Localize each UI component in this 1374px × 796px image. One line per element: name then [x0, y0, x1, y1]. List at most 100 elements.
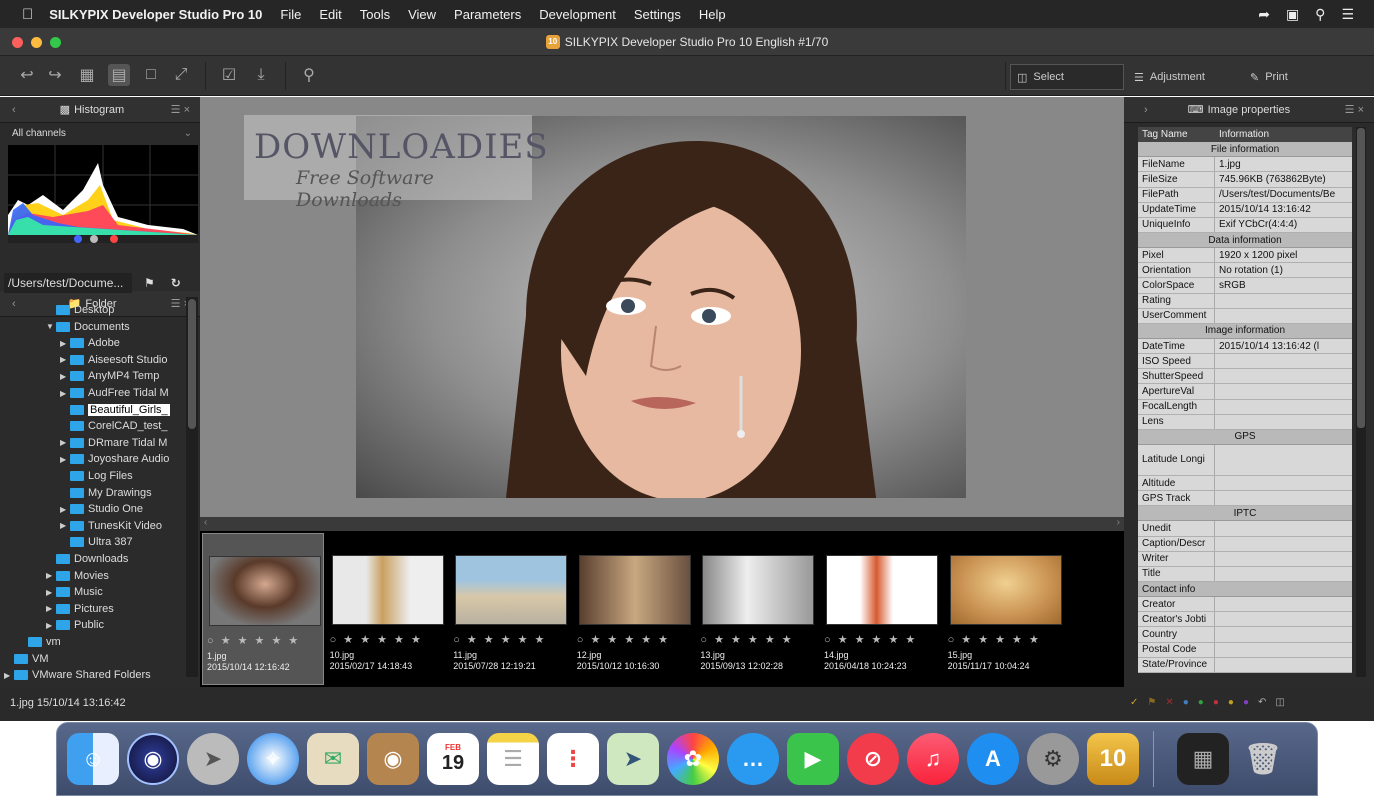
zoom-tool-icon[interactable]: ⚲ [298, 64, 320, 86]
checkbox-tool-icon[interactable]: ☑ [218, 64, 240, 86]
app-store-icon[interactable]: A [967, 733, 1019, 785]
folder-tree-item[interactable]: CorelCAD_test_ [60, 418, 167, 434]
expand-right-icon[interactable]: › [1144, 104, 1148, 116]
select-button[interactable]: ◫ Select [1010, 64, 1124, 90]
property-row[interactable]: FileName 1.jpg [1138, 157, 1352, 173]
rating-stars[interactable]: ○ ★ ★ ★ ★ ★ [207, 634, 300, 647]
silkypix-dock-icon[interactable]: 10 [1087, 733, 1139, 785]
property-row[interactable]: GPS Track [1138, 491, 1352, 507]
folder-tree-item[interactable]: ▶ Aiseesoft Studio [60, 352, 168, 368]
property-row[interactable]: ColorSpace sRGB [1138, 278, 1352, 294]
filmstrip-thumbnail[interactable]: ○ ★ ★ ★ ★ ★ 14.jpg 2016/04/18 10:24:23 [820, 533, 942, 685]
folder-tree-scroll-thumb[interactable] [188, 299, 196, 429]
property-row[interactable]: Country [1138, 627, 1352, 643]
folder-tree-item[interactable]: ▶ Public [46, 617, 104, 633]
panel-menu-icon[interactable]: ☰ × [171, 103, 190, 116]
grid-view-icon[interactable]: ▦ [76, 64, 98, 86]
mail-icon[interactable]: ✉ [307, 733, 359, 785]
folder-tree-item[interactable]: ▶ VMware Shared Folders [4, 667, 151, 683]
filmstrip-thumbnail[interactable]: ○ ★ ★ ★ ★ ★ 11.jpg 2015/07/28 12:19:21 [449, 533, 571, 685]
scroll-right-icon[interactable]: › [1117, 517, 1120, 528]
collapse-folder-icon[interactable]: ‹ [12, 298, 16, 310]
safari-icon[interactable]: ✧ [247, 733, 299, 785]
siri-icon[interactable]: ◉ [127, 733, 179, 785]
disclosure-triangle-icon[interactable]: ▶ [60, 455, 70, 464]
properties-section-header[interactable]: Contact info [1138, 581, 1352, 598]
folder-tree-item[interactable]: vm [18, 634, 61, 650]
disclosure-triangle-icon[interactable]: ▶ [60, 438, 70, 447]
property-row[interactable]: Orientation No rotation (1) [1138, 263, 1352, 279]
folder-tree-item[interactable]: ▼ Documents [46, 319, 130, 335]
properties-section-header[interactable]: Image information [1138, 323, 1352, 339]
folder-tree-item[interactable]: Log Files [60, 468, 133, 484]
minimize-window-button[interactable] [31, 37, 42, 48]
property-row[interactable]: DateTime 2015/10/14 13:16:42 (l [1138, 338, 1352, 355]
trash-icon[interactable]: 🗑 [1237, 733, 1289, 785]
property-row[interactable]: UniqueInfo Exif YCbCr(4:4:4) [1138, 217, 1352, 233]
menu-development[interactable]: Development [539, 7, 616, 22]
launchpad-icon[interactable]: ➤ [187, 733, 239, 785]
folder-tree-item[interactable]: ▶ Music [46, 584, 103, 600]
display-icon[interactable]: ▣ [1286, 6, 1299, 23]
messages-icon[interactable]: … [727, 733, 779, 785]
disclosure-triangle-icon[interactable]: ▶ [4, 671, 14, 680]
property-row[interactable]: Creator's Jobti [1138, 612, 1352, 628]
property-row[interactable]: UserComment [1138, 308, 1352, 324]
properties-section-header[interactable]: IPTC [1138, 506, 1352, 522]
folder-tree-item[interactable]: ▶ DRmare Tidal M [60, 435, 167, 451]
notes-icon[interactable]: ☰ [487, 733, 539, 785]
refresh-icon[interactable]: ↻ [171, 276, 181, 290]
filmstrip-thumbnail[interactable]: ○ ★ ★ ★ ★ ★ 15.jpg 2015/11/17 10:04:24 [944, 533, 1066, 685]
filmstrip-thumbnail[interactable]: ○ ★ ★ ★ ★ ★ 13.jpg 2015/09/13 12:02:28 [696, 533, 818, 685]
app-menu[interactable]: SILKYPIX Developer Studio Pro 10 [49, 7, 262, 22]
properties-scrollbar[interactable] [1356, 127, 1366, 677]
property-row[interactable]: Writer [1138, 551, 1352, 567]
forward-icon[interactable]: ↪ [44, 64, 66, 86]
properties-panel-menu-icon[interactable]: ☰ × [1345, 103, 1364, 116]
rating-stars[interactable]: ○ ★ ★ ★ ★ ★ [948, 633, 1041, 646]
folder-tree-item[interactable]: Beautiful_Girls_ [60, 402, 170, 418]
menu-file[interactable]: File [280, 7, 301, 22]
reminders-icon[interactable]: ⋮ [547, 733, 599, 785]
close-window-button[interactable] [12, 37, 23, 48]
property-row[interactable]: UpdateTime 2015/10/14 13:16:42 [1138, 202, 1352, 218]
filmstrip-thumbnail[interactable]: ○ ★ ★ ★ ★ ★ 10.jpg 2015/02/17 14:18:43 [326, 533, 448, 685]
maps-icon[interactable]: ➤ [607, 733, 659, 785]
menu-tools[interactable]: Tools [360, 7, 390, 22]
zoom-window-button[interactable] [50, 37, 61, 48]
menu-parameters[interactable]: Parameters [454, 7, 521, 22]
filmstrip-view-icon[interactable]: ▤ [108, 64, 130, 86]
property-row[interactable]: Creator [1138, 597, 1352, 613]
music-icon[interactable]: ♫ [907, 733, 959, 785]
menu-settings[interactable]: Settings [634, 7, 681, 22]
disclosure-triangle-icon[interactable]: ▶ [60, 355, 70, 364]
hammer-tool-icon[interactable]: ⤓ [250, 64, 272, 86]
filmstrip-thumbnail[interactable]: ○ ★ ★ ★ ★ ★ 12.jpg 2015/10/12 10:16:30 [573, 533, 695, 685]
folder-tree-item[interactable]: VM [4, 651, 49, 667]
menu-help[interactable]: Help [699, 7, 726, 22]
disclosure-triangle-icon[interactable]: ▶ [60, 389, 70, 398]
news-icon[interactable]: ⊘ [847, 733, 899, 785]
rating-stars[interactable]: ○ ★ ★ ★ ★ ★ [453, 633, 546, 646]
property-row[interactable]: State/Province [1138, 657, 1352, 673]
trash-small-icon[interactable]: ◫ [1275, 697, 1284, 708]
label-yellow-icon[interactable]: ● [1228, 697, 1234, 708]
property-row[interactable]: ShutterSpeed [1138, 369, 1352, 385]
label-purple-icon[interactable]: ● [1243, 697, 1249, 708]
back-icon[interactable]: ↩ [16, 64, 38, 86]
property-row[interactable]: FileSize 745.96KB (763862Byte) [1138, 172, 1352, 188]
property-row[interactable]: FilePath/Users/test/Documents/Be [1138, 187, 1352, 203]
folder-tree-item[interactable]: ▶ Joyoshare Audio [60, 451, 169, 467]
collapse-left-icon[interactable]: ‹ [12, 104, 16, 116]
property-row[interactable]: Altitude [1138, 475, 1352, 492]
apple-menu-icon[interactable]:  [22, 6, 33, 23]
property-row[interactable]: ApertureVal [1138, 384, 1352, 400]
properties-section-header[interactable]: File information [1138, 142, 1352, 158]
label-blue-icon[interactable]: ● [1183, 697, 1189, 708]
flag-icon[interactable]: ⚑ [1147, 697, 1156, 708]
menu-view[interactable]: View [408, 7, 436, 22]
filmstrip-thumbnail[interactable]: ○ ★ ★ ★ ★ ★ 1.jpg 2015/10/14 12:16:42 [202, 533, 324, 685]
single-view-icon[interactable]: □ [140, 64, 162, 86]
folder-tree-item[interactable]: ▶ Adobe [60, 335, 120, 351]
folder-tree-item[interactable]: Downloads [46, 551, 128, 567]
